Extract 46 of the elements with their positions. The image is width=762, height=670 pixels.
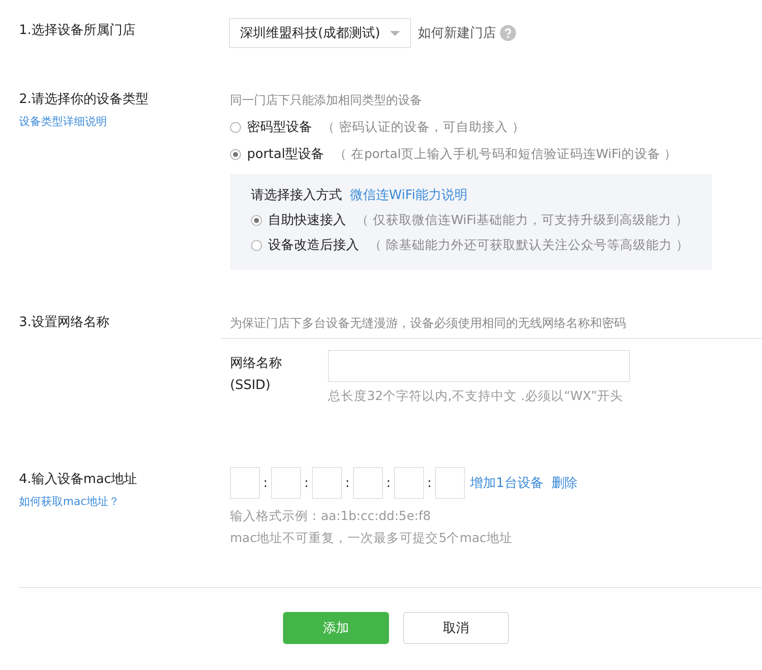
section-note: 同一门店下只能添加相同类型的设备 bbox=[230, 92, 422, 109]
caret-icon bbox=[390, 30, 400, 36]
field-label: 网络名称 (SSID) bbox=[230, 355, 283, 395]
add-link[interactable]: 增加1台设备 bbox=[470, 474, 544, 492]
radio-button[interactable] bbox=[230, 148, 241, 160]
separator-text: : bbox=[344, 476, 351, 490]
help-icon[interactable] bbox=[500, 25, 516, 41]
radio-button[interactable] bbox=[251, 240, 262, 250]
input-field[interactable] bbox=[230, 467, 260, 499]
option-label: 密码型设备 bbox=[247, 119, 312, 136]
input-field[interactable] bbox=[271, 467, 301, 499]
option-description: （ 仅获取微信连WiFi基础能力，可支持升级到高级能力 ） bbox=[356, 212, 688, 228]
separator-text: : bbox=[426, 476, 433, 490]
field-hint: 总长度32个字符以内,不支持中文 .必须以“WX”开头 bbox=[328, 387, 624, 405]
help-link[interactable]: 如何新建门店 bbox=[418, 24, 496, 42]
input-field[interactable] bbox=[394, 467, 424, 499]
input-field[interactable] bbox=[435, 467, 465, 499]
add-button[interactable]: 添加 bbox=[283, 612, 389, 644]
section-title: 4.输入设备mac地址 bbox=[19, 471, 138, 489]
delete-link[interactable]: 删除 bbox=[551, 474, 578, 492]
section-title: 1.选择设备所属门店 bbox=[19, 22, 136, 40]
option-description: （ 除基础能力外还可获取默认关注公众号等高级能力 ） bbox=[369, 236, 689, 254]
separator-text: : bbox=[303, 476, 310, 490]
radio-button[interactable] bbox=[251, 214, 262, 226]
section-title: 3.设置网络名称 bbox=[19, 314, 110, 332]
option-label: 自助快速接入 bbox=[268, 212, 346, 229]
input-field[interactable] bbox=[353, 467, 383, 499]
help-link[interactable]: 设备类型详细说明 bbox=[19, 115, 107, 129]
cancel-button[interactable]: 取消 bbox=[403, 612, 509, 644]
option-label: portal型设备 bbox=[247, 146, 324, 163]
option-description: （ 在portal页上输入手机号码和短信验证码连WiFi的设备 ） bbox=[334, 146, 678, 162]
input-field[interactable] bbox=[328, 350, 630, 382]
radio-button[interactable] bbox=[230, 122, 241, 132]
help-link[interactable]: 如何获取mac地址？ bbox=[19, 495, 120, 509]
section-note: 为保证门店下多台设备无缝漫游，设备必须使用相同的无线网络名称和密码 bbox=[221, 314, 762, 339]
option-label: 设备改造后接入 bbox=[268, 237, 359, 254]
separator-text: : bbox=[262, 476, 269, 490]
option-description: （ 密码认证的设备，可自助接入 ） bbox=[322, 118, 525, 136]
section-title: 2.请选择你的设备类型 bbox=[19, 91, 148, 109]
info-link[interactable]: 微信连WiFi能力说明 bbox=[350, 186, 468, 204]
separator-text: : bbox=[385, 476, 392, 490]
store-select[interactable]: 深圳维盟科技(成都测试) bbox=[229, 18, 412, 48]
field-hint: mac地址不可重复，一次最多可提交5个mac地址 bbox=[230, 529, 512, 547]
field-hint: 输入格式示例：aa:1b:cc:dd:5e:f8 bbox=[230, 507, 432, 525]
panel-title: 请选择接入方式 bbox=[251, 187, 342, 204]
input-field[interactable] bbox=[312, 467, 342, 499]
